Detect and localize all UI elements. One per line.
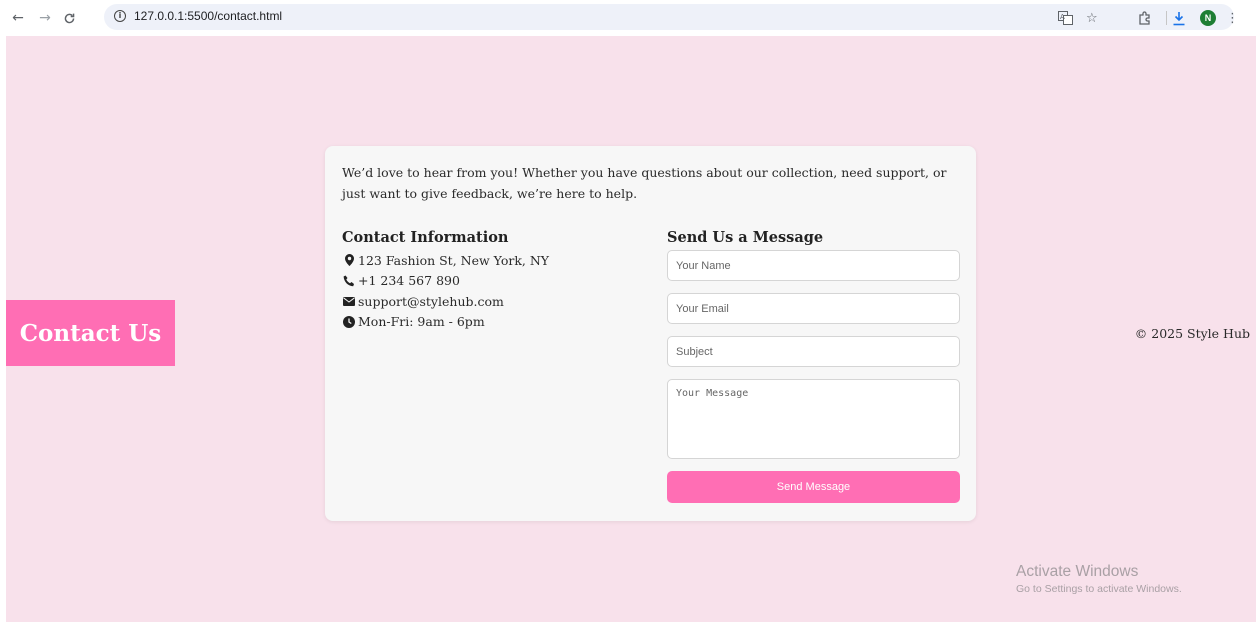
phone-text: +1 234 567 890 xyxy=(358,273,460,289)
extensions-icon[interactable] xyxy=(1138,8,1152,28)
translate-icon[interactable]: A xyxy=(1058,8,1073,28)
address-row: 123 Fashion St, New York, NY xyxy=(342,250,642,271)
intro-text: We’d love to hear from you! Whether you … xyxy=(342,165,947,201)
reload-icon[interactable] xyxy=(59,8,79,28)
menu-kebab-icon[interactable]: ⋮ xyxy=(1226,8,1239,28)
name-input[interactable] xyxy=(667,250,960,281)
message-wrapper xyxy=(667,379,960,459)
form-title: Send Us a Message xyxy=(667,229,824,246)
envelope-icon xyxy=(342,296,356,306)
watermark-line-1: Activate Windows xyxy=(1016,563,1139,580)
contact-info-section: Contact Information 123 Fashion St, New … xyxy=(342,229,642,332)
contact-us-badge: Contact Us xyxy=(6,300,175,366)
activate-windows-watermark: Activate Windows Go to Settings to activ… xyxy=(1016,563,1182,595)
toolbar-divider xyxy=(1166,11,1167,25)
footer-copyright: © 2025 Style Hub xyxy=(1134,326,1250,341)
hours-row: Mon-Fri: 9am - 6pm xyxy=(342,312,642,333)
forward-icon[interactable]: → xyxy=(35,8,55,28)
contact-card: We’d love to hear from you! Whether you … xyxy=(325,146,976,521)
url-text[interactable]: 127.0.0.1:5500/contact.html xyxy=(134,9,282,23)
back-icon[interactable]: ← xyxy=(8,8,28,28)
svg-text:A: A xyxy=(1060,13,1065,21)
address-text: 123 Fashion St, New York, NY xyxy=(358,252,550,268)
watermark-line-2: Go to Settings to activate Windows. xyxy=(1016,583,1182,595)
email-input[interactable] xyxy=(667,293,960,324)
hours-text: Mon-Fri: 9am - 6pm xyxy=(358,314,485,330)
send-message-button[interactable]: Send Message xyxy=(667,471,960,503)
bookmark-star-icon[interactable]: ☆ xyxy=(1086,8,1098,28)
message-form: Send Us a Message Send Message xyxy=(667,229,960,503)
contact-info-title: Contact Information xyxy=(342,229,509,246)
site-info-icon[interactable]: i xyxy=(114,10,126,22)
email-text: support@stylehub.com xyxy=(358,293,504,309)
message-textarea[interactable] xyxy=(667,379,960,459)
map-marker-icon xyxy=(342,254,356,267)
subject-input[interactable] xyxy=(667,336,960,367)
profile-avatar[interactable]: N xyxy=(1200,8,1216,28)
clock-icon xyxy=(342,315,356,328)
phone-row: +1 234 567 890 xyxy=(342,271,642,292)
download-icon[interactable] xyxy=(1172,8,1186,28)
email-row: support@stylehub.com xyxy=(342,291,642,312)
browser-toolbar: ← → i 127.0.0.1:5500/contact.html A ☆ N … xyxy=(0,0,1256,36)
page-body: Contact Us We’d love to hear from you! W… xyxy=(6,36,1256,622)
phone-icon xyxy=(342,275,356,287)
